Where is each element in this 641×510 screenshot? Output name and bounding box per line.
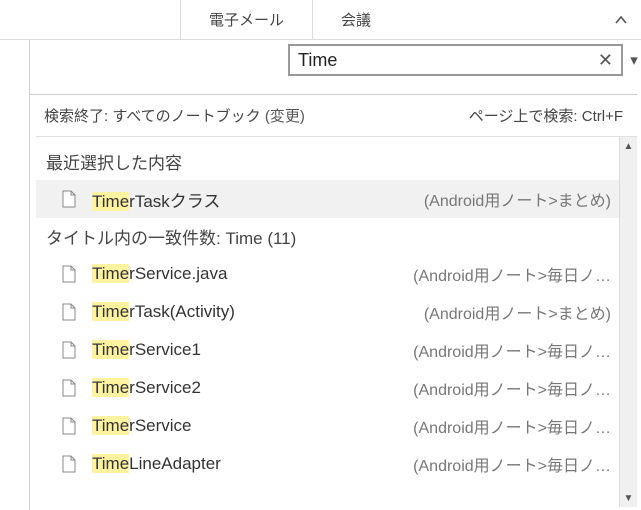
result-row[interactable]: TimeLineAdapter (Android用ノート>毎日ノ… bbox=[36, 445, 619, 483]
search-status-bar: 検索終了: すべてのノートブック (変更) ページ上で検索: Ctrl+F bbox=[30, 95, 637, 136]
result-title: TimerService.java bbox=[92, 264, 322, 284]
tab-email[interactable]: 電子メール bbox=[180, 0, 312, 39]
result-path: (Android用ノート>まとめ) bbox=[424, 187, 619, 211]
page-icon bbox=[58, 417, 80, 435]
scroll-track[interactable] bbox=[620, 155, 637, 489]
result-title: TimerService1 bbox=[92, 340, 322, 360]
chevron-up-icon bbox=[614, 13, 628, 27]
result-title: TimerTaskクラス bbox=[92, 187, 322, 212]
page-icon bbox=[58, 341, 80, 359]
result-row[interactable]: TimerTaskクラス (Android用ノート>まとめ) bbox=[36, 180, 619, 218]
search-input[interactable]: Time ✕ bbox=[288, 44, 623, 76]
result-path: (Android用ノート>毎日ノ… bbox=[413, 414, 619, 438]
search-finished-label: 検索終了: すべてのノートブック bbox=[44, 108, 265, 125]
search-query-text: Time bbox=[298, 50, 594, 71]
page-icon bbox=[58, 265, 80, 283]
clear-search-icon[interactable]: ✕ bbox=[594, 50, 617, 71]
result-path: (Android用ノート>毎日ノ… bbox=[413, 376, 619, 400]
page-icon bbox=[58, 379, 80, 397]
results-list: ▲ ▼ 最近選択した内容 TimerTaskクラス (Android用ノート>ま… bbox=[36, 136, 637, 507]
tab-meeting[interactable]: 会議 bbox=[312, 0, 399, 39]
scroll-up-icon[interactable]: ▲ bbox=[620, 137, 637, 155]
search-row: Time ✕ ▾ bbox=[0, 40, 641, 80]
ribbon-toolbar: 電子メール 会議 bbox=[0, 0, 641, 40]
scroll-down-icon[interactable]: ▼ bbox=[620, 489, 637, 507]
search-results-panel: 検索終了: すべてのノートブック (変更) ページ上で検索: Ctrl+F ▲ … bbox=[30, 94, 637, 510]
result-title: TimerService bbox=[92, 416, 322, 436]
page-icon bbox=[58, 303, 80, 321]
page-icon bbox=[58, 455, 80, 473]
search-scope-dropdown[interactable]: ▾ bbox=[627, 51, 641, 69]
results-content: 最近選択した内容 TimerTaskクラス (Android用ノート>まとめ) … bbox=[36, 137, 619, 483]
ruled-margin bbox=[0, 40, 30, 510]
section-title-matches-header: タイトル内の一致件数: Time (11) bbox=[36, 218, 619, 255]
result-path: (Android用ノート>毎日ノ… bbox=[413, 262, 619, 286]
ribbon-collapse[interactable] bbox=[601, 0, 641, 39]
result-row[interactable]: TimerService (Android用ノート>毎日ノ… bbox=[36, 407, 619, 445]
result-title: TimerService2 bbox=[92, 378, 322, 398]
find-on-page-hint: ページ上で検索: Ctrl+F bbox=[469, 105, 623, 126]
result-row[interactable]: TimerService.java (Android用ノート>毎日ノ… bbox=[36, 255, 619, 293]
result-row[interactable]: TimerService1 (Android用ノート>毎日ノ… bbox=[36, 331, 619, 369]
scrollbar[interactable]: ▲ ▼ bbox=[619, 137, 637, 507]
result-title: TimeLineAdapter bbox=[92, 454, 322, 474]
result-row[interactable]: TimerService2 (Android用ノート>毎日ノ… bbox=[36, 369, 619, 407]
change-scope-link[interactable]: (変更) bbox=[265, 108, 305, 125]
section-recent-header: 最近選択した内容 bbox=[36, 143, 619, 180]
page-icon bbox=[58, 190, 80, 208]
result-title: TimerTask(Activity) bbox=[92, 302, 322, 322]
result-row[interactable]: TimerTask(Activity) (Android用ノート>まとめ) bbox=[36, 293, 619, 331]
result-path: (Android用ノート>まとめ) bbox=[424, 300, 619, 324]
result-path: (Android用ノート>毎日ノ… bbox=[413, 338, 619, 362]
result-path: (Android用ノート>毎日ノ… bbox=[413, 452, 619, 476]
